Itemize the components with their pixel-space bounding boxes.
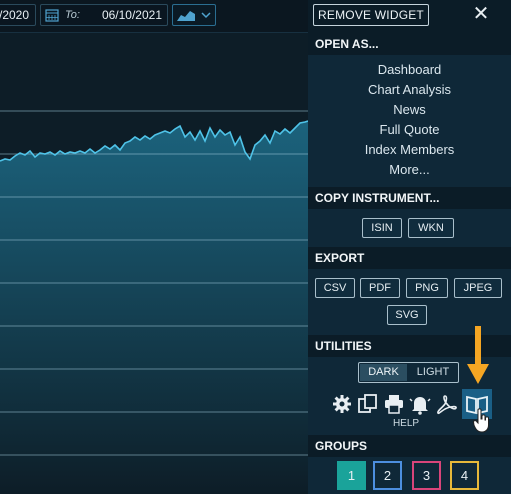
export-jpeg-button[interactable]: JPEG — [454, 278, 502, 298]
to-date-field[interactable]: To: 06/10/2021 — [40, 4, 168, 26]
from-date-field[interactable]: /2020 — [0, 4, 36, 26]
copy-wkn-button[interactable]: WKN — [408, 218, 454, 238]
group-2-button[interactable]: 2 — [373, 461, 402, 490]
chart-area: /2020 To: 06/10/2021 — [0, 0, 308, 494]
open-as-dashboard[interactable]: Dashboard — [308, 60, 511, 80]
alert-bell-icon[interactable] — [409, 393, 431, 415]
copy-isin-button[interactable]: ISIN — [362, 218, 402, 238]
theme-toggle[interactable]: DARK LIGHT — [358, 362, 459, 383]
open-as-chart-analysis[interactable]: Chart Analysis — [308, 80, 511, 100]
chart-area-fill — [0, 121, 308, 494]
copy-icon[interactable] — [357, 393, 379, 415]
pdf-icon[interactable] — [436, 393, 458, 415]
groups-header: GROUPS — [308, 435, 511, 457]
open-as-news[interactable]: News — [308, 100, 511, 120]
chart-toolbar: /2020 To: 06/10/2021 — [0, 0, 308, 33]
export-svg-button[interactable]: SVG — [387, 305, 427, 325]
pointer-arrow-icon — [467, 326, 489, 384]
settings-icon[interactable] — [331, 393, 353, 415]
chevron-down-icon — [201, 12, 211, 19]
help-label: HELP — [392, 418, 420, 429]
hand-cursor-icon — [473, 408, 489, 433]
remove-widget-button[interactable]: REMOVE WIDGET — [313, 4, 429, 26]
price-chart — [0, 33, 308, 494]
calendar-icon[interactable] — [45, 8, 59, 22]
export-header: EXPORT — [308, 247, 511, 269]
to-date-label: To: — [65, 9, 80, 21]
copy-instrument-header: COPY INSTRUMENT... — [308, 187, 511, 209]
export-pdf-button[interactable]: PDF — [360, 278, 400, 298]
panel-header: REMOVE WIDGET ✕ — [308, 0, 511, 33]
area-chart-icon — [177, 11, 211, 21]
theme-light-option[interactable]: LIGHT — [409, 364, 457, 381]
close-icon[interactable]: ✕ — [471, 3, 491, 25]
open-as-index-members[interactable]: Index Members — [308, 140, 511, 160]
to-date-value: 06/10/2021 — [101, 8, 162, 22]
theme-dark-option[interactable]: DARK — [360, 364, 407, 381]
open-as-header: OPEN AS... — [308, 33, 511, 55]
group-3-button[interactable]: 3 — [412, 461, 441, 490]
print-icon[interactable] — [383, 393, 405, 415]
open-as-more[interactable]: More... — [308, 160, 511, 180]
widget-menu-panel: REMOVE WIDGET ✕ OPEN AS... Dashboard Cha… — [308, 0, 511, 494]
group-4-button[interactable]: 4 — [450, 461, 479, 490]
export-csv-button[interactable]: CSV — [315, 278, 355, 298]
group-1-button[interactable]: 1 — [337, 461, 366, 490]
from-date-value: /2020 — [0, 8, 30, 22]
open-as-full-quote[interactable]: Full Quote — [308, 120, 511, 140]
export-png-button[interactable]: PNG — [406, 278, 448, 298]
chart-type-dropdown[interactable] — [172, 4, 216, 26]
